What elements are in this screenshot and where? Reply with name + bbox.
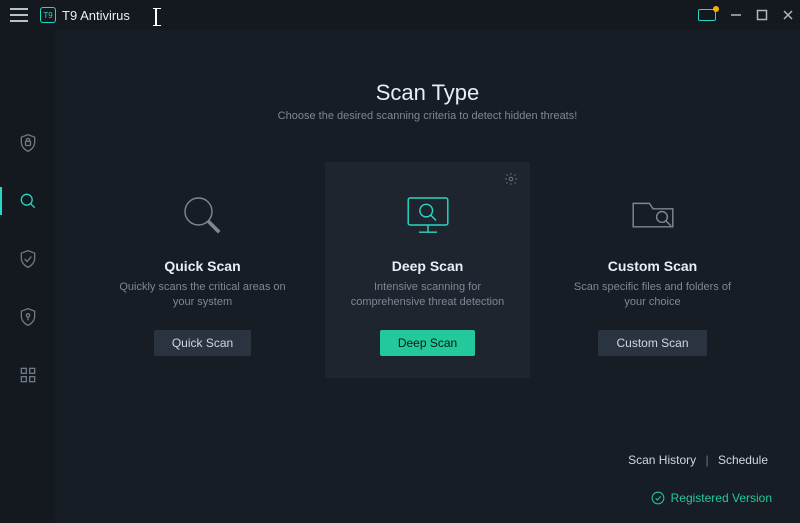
shield-check-icon xyxy=(18,249,38,269)
credit-card-icon[interactable] xyxy=(698,9,716,21)
sidebar-item-status[interactable] xyxy=(0,125,55,161)
registered-label: Registered Version xyxy=(671,491,772,505)
close-button[interactable] xyxy=(782,9,794,21)
card-title: Custom Scan xyxy=(564,258,741,274)
separator: | xyxy=(705,453,708,467)
card-desc: Intensive scanning for comprehensive thr… xyxy=(339,280,516,312)
scan-history-link[interactable]: Scan History xyxy=(628,453,696,467)
registered-badge: Registered Version xyxy=(651,491,772,505)
sidebar xyxy=(0,30,55,523)
gear-icon xyxy=(504,172,518,186)
card-quick-scan[interactable]: Quick Scan Quickly scans the critical ar… xyxy=(100,162,305,378)
card-title: Quick Scan xyxy=(114,258,291,274)
shield-lock-icon xyxy=(18,133,38,153)
scan-cards: Quick Scan Quickly scans the critical ar… xyxy=(85,162,770,378)
menu-button[interactable] xyxy=(10,8,28,22)
page-subtitle: Choose the desired scanning criteria to … xyxy=(85,110,770,122)
card-settings-button[interactable] xyxy=(504,172,518,191)
quick-scan-button[interactable]: Quick Scan xyxy=(154,330,251,356)
monitor-scan-icon xyxy=(339,186,516,246)
window-controls xyxy=(698,9,794,21)
card-desc: Quickly scans the critical areas on your… xyxy=(114,280,291,312)
shield-key-icon xyxy=(18,307,38,327)
app-logo: T9 xyxy=(40,7,56,23)
titlebar: T9 T9 Antivirus xyxy=(0,0,800,30)
check-circle-icon xyxy=(651,491,665,505)
text-cursor xyxy=(155,8,157,26)
main-panel: Scan Type Choose the desired scanning cr… xyxy=(55,30,800,523)
grid-icon xyxy=(18,365,38,385)
sidebar-item-scan[interactable] xyxy=(0,183,55,219)
deep-scan-button[interactable]: Deep Scan xyxy=(380,330,475,356)
card-deep-scan[interactable]: Deep Scan Intensive scanning for compreh… xyxy=(325,162,530,378)
sidebar-item-privacy[interactable] xyxy=(0,299,55,335)
sidebar-item-protection[interactable] xyxy=(0,241,55,277)
schedule-link[interactable]: Schedule xyxy=(718,453,768,467)
card-desc: Scan specific files and folders of your … xyxy=(564,280,741,312)
footer-links: Scan History | Schedule xyxy=(628,453,768,467)
sidebar-item-tools[interactable] xyxy=(0,357,55,393)
maximize-button[interactable] xyxy=(756,9,768,21)
page-title: Scan Type xyxy=(85,80,770,106)
minimize-button[interactable] xyxy=(730,9,742,21)
app-title: T9 Antivirus xyxy=(62,8,130,23)
card-title: Deep Scan xyxy=(339,258,516,274)
folder-search-icon xyxy=(564,186,741,246)
custom-scan-button[interactable]: Custom Scan xyxy=(598,330,706,356)
magnifier-icon xyxy=(114,186,291,246)
search-icon xyxy=(18,191,38,211)
card-custom-scan[interactable]: Custom Scan Scan specific files and fold… xyxy=(550,162,755,378)
